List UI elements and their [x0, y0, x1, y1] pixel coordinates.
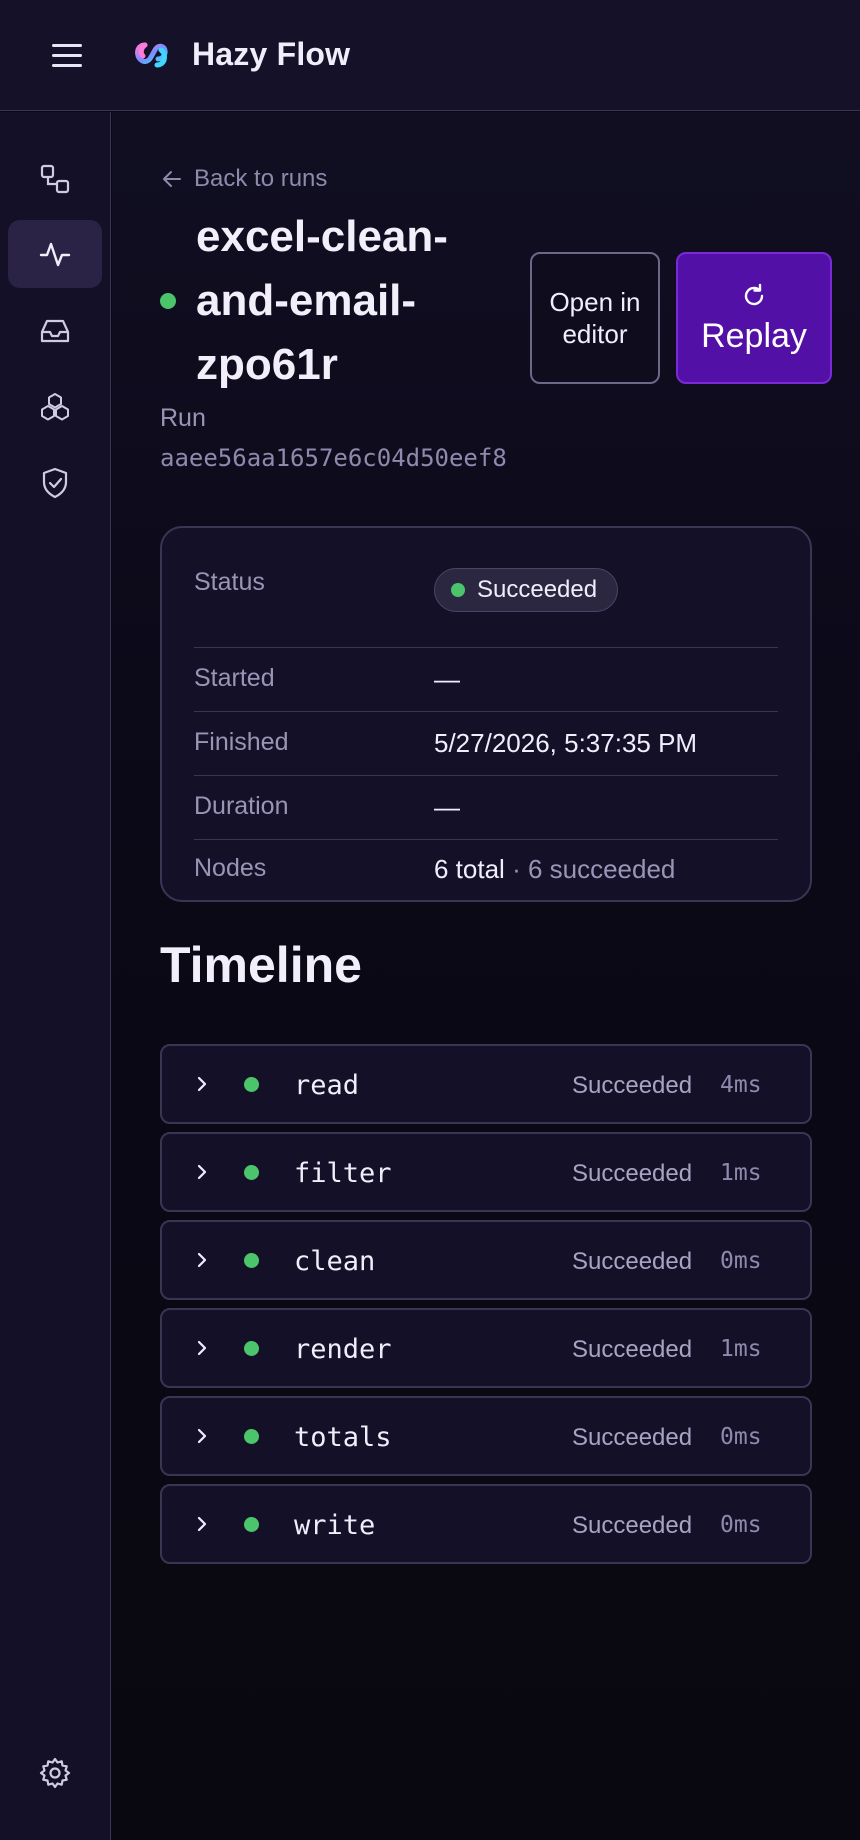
chevron-right-icon	[197, 1516, 207, 1532]
node-duration: 0ms	[720, 1424, 762, 1450]
node-status: Succeeded	[572, 1072, 693, 1099]
nodes-key: Nodes	[194, 854, 267, 882]
chevron-right-icon	[197, 1252, 207, 1268]
status-dot	[244, 1077, 259, 1092]
status-dot	[244, 1429, 259, 1444]
gear-icon	[39, 1757, 71, 1789]
node-status: Succeeded	[572, 1248, 693, 1275]
sidebar-item-runs[interactable]	[8, 220, 102, 288]
inbox-icon	[40, 319, 70, 343]
page-title: excel-clean-and-email-zpo61r	[196, 212, 448, 389]
back-to-runs-link[interactable]: Back to runs	[160, 165, 327, 193]
node-duration: 1ms	[720, 1160, 762, 1186]
status-dot	[451, 583, 465, 597]
node-duration: 0ms	[720, 1512, 762, 1538]
status-dot	[244, 1165, 259, 1180]
finished-value: 5/27/2026, 5:37:35 PM	[434, 728, 698, 758]
nodes-succeeded: · 6 succeeded	[512, 854, 676, 884]
node-status: Succeeded	[572, 1160, 693, 1187]
status-badge: Succeeded	[434, 568, 619, 612]
detail-row-nodes: Nodes 6 total · 6 succeeded	[194, 840, 778, 904]
status-key: Status	[194, 568, 265, 596]
timeline-title: Timeline	[160, 937, 362, 993]
node-name: clean	[294, 1246, 376, 1277]
status-dot	[244, 1253, 259, 1268]
arrow-left-icon	[163, 171, 181, 187]
timeline-item[interactable]: read Succeeded 4ms	[160, 1044, 812, 1124]
sidebar-item-settings[interactable]	[8, 1739, 102, 1807]
timeline-item[interactable]: totals Succeeded 0ms	[160, 1396, 812, 1476]
shield-check-icon	[42, 467, 68, 499]
sidebar-item-security[interactable]	[8, 449, 102, 517]
menu-icon[interactable]	[50, 42, 84, 70]
node-status: Succeeded	[572, 1424, 693, 1451]
components-icon	[41, 393, 69, 421]
workflows-icon	[40, 164, 70, 194]
detail-row-status: Status Succeeded	[194, 564, 778, 648]
top-bar: Hazy Flow	[0, 0, 860, 111]
sidebar-item-components[interactable]	[8, 373, 102, 441]
detail-row-duration: Duration —	[194, 776, 778, 840]
chevron-right-icon	[197, 1428, 207, 1444]
run-id: aaee56aa1657e6c04d50eef8	[160, 444, 507, 472]
node-status: Succeeded	[572, 1336, 693, 1363]
open-in-editor-button[interactable]: Open in editor	[530, 252, 660, 384]
refresh-icon	[744, 283, 764, 305]
node-name: write	[294, 1510, 376, 1541]
sidebar-item-inbox[interactable]	[8, 297, 102, 365]
node-name: totals	[294, 1422, 392, 1453]
timeline-item[interactable]: clean Succeeded 0ms	[160, 1220, 812, 1300]
detail-row-started: Started —	[194, 648, 778, 712]
chevron-right-icon	[197, 1164, 207, 1180]
replay-label: Replay	[701, 316, 807, 355]
app-name: Hazy Flow	[192, 36, 351, 72]
status-dot	[244, 1517, 259, 1532]
node-name: read	[294, 1070, 360, 1101]
run-status-dot	[160, 293, 176, 309]
nodes-total: 6 total	[434, 854, 505, 884]
sidebar	[0, 112, 111, 1840]
timeline-item[interactable]: render Succeeded 1ms	[160, 1308, 812, 1388]
app-logo-icon	[135, 42, 168, 68]
run-label: Run	[160, 404, 206, 432]
chevron-right-icon	[197, 1076, 207, 1092]
started-value: —	[434, 664, 460, 694]
detail-row-finished: Finished 5/27/2026, 5:37:35 PM	[194, 712, 778, 776]
node-status: Succeeded	[572, 1512, 693, 1539]
node-name: filter	[294, 1158, 392, 1189]
status-value: Succeeded	[477, 576, 598, 603]
node-name: render	[294, 1334, 392, 1365]
duration-value: —	[434, 792, 460, 822]
timeline-item[interactable]: filter Succeeded 1ms	[160, 1132, 812, 1212]
node-duration: 4ms	[720, 1072, 762, 1098]
timeline-item[interactable]: write Succeeded 0ms	[160, 1484, 812, 1564]
finished-key: Finished	[194, 728, 289, 756]
nodes-value: 6 total · 6 succeeded	[434, 854, 675, 885]
back-label: Back to runs	[194, 165, 328, 192]
activity-icon	[39, 242, 71, 267]
run-details-card: Status Succeeded Started — Finished 5/27…	[160, 526, 812, 902]
sidebar-item-workflows[interactable]	[8, 145, 102, 213]
duration-key: Duration	[194, 792, 289, 820]
started-key: Started	[194, 664, 275, 692]
chevron-right-icon	[197, 1340, 207, 1356]
node-duration: 0ms	[720, 1248, 762, 1274]
status-dot	[244, 1341, 259, 1356]
open-in-editor-label: Open in editor	[549, 287, 641, 349]
replay-button[interactable]: Replay	[676, 252, 832, 384]
node-duration: 1ms	[720, 1336, 762, 1362]
